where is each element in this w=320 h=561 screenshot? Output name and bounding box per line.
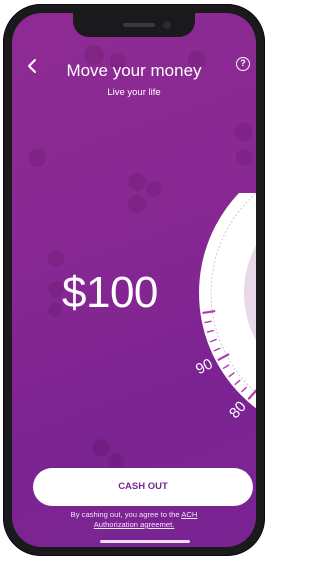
phone-notch <box>73 13 195 37</box>
background-bubble <box>92 439 110 457</box>
legal-disclaimer: By cashing out, you agree to the ACH Aut… <box>32 510 236 530</box>
background-bubble <box>128 195 146 213</box>
amount-display: $100 <box>62 268 158 317</box>
speaker-grille <box>123 23 155 27</box>
ach-link[interactable]: ACH <box>181 510 197 519</box>
ach-authorization-link[interactable]: Authorization agreemet. <box>94 520 175 529</box>
dial-tick-label: 80 <box>226 398 250 422</box>
phone-frame: ? Move your money Live your life $100 90… <box>3 4 265 556</box>
app-screen: ? Move your money Live your life $100 90… <box>12 13 256 547</box>
background-bubble <box>28 149 46 167</box>
home-indicator <box>100 540 190 543</box>
background-bubble <box>234 123 252 141</box>
dial-tick-label: 90 <box>194 355 216 378</box>
background-bubble <box>48 251 64 267</box>
page-subtitle: Live your life <box>107 87 161 98</box>
background-bubble <box>48 303 62 317</box>
background-bubble <box>146 181 162 197</box>
amount-dial[interactable]: 908070 <box>194 193 256 443</box>
background-bubble <box>236 149 252 165</box>
front-camera <box>163 21 171 29</box>
background-bubble <box>128 173 146 191</box>
background-bubble <box>108 453 124 469</box>
page-title: Move your money <box>66 61 202 80</box>
legal-text: By cashing out, you agree to the <box>70 510 182 519</box>
cash-out-button[interactable]: CASH OUT <box>33 468 253 506</box>
app-root: ? Move your money Live your life $100 90… <box>0 0 273 561</box>
